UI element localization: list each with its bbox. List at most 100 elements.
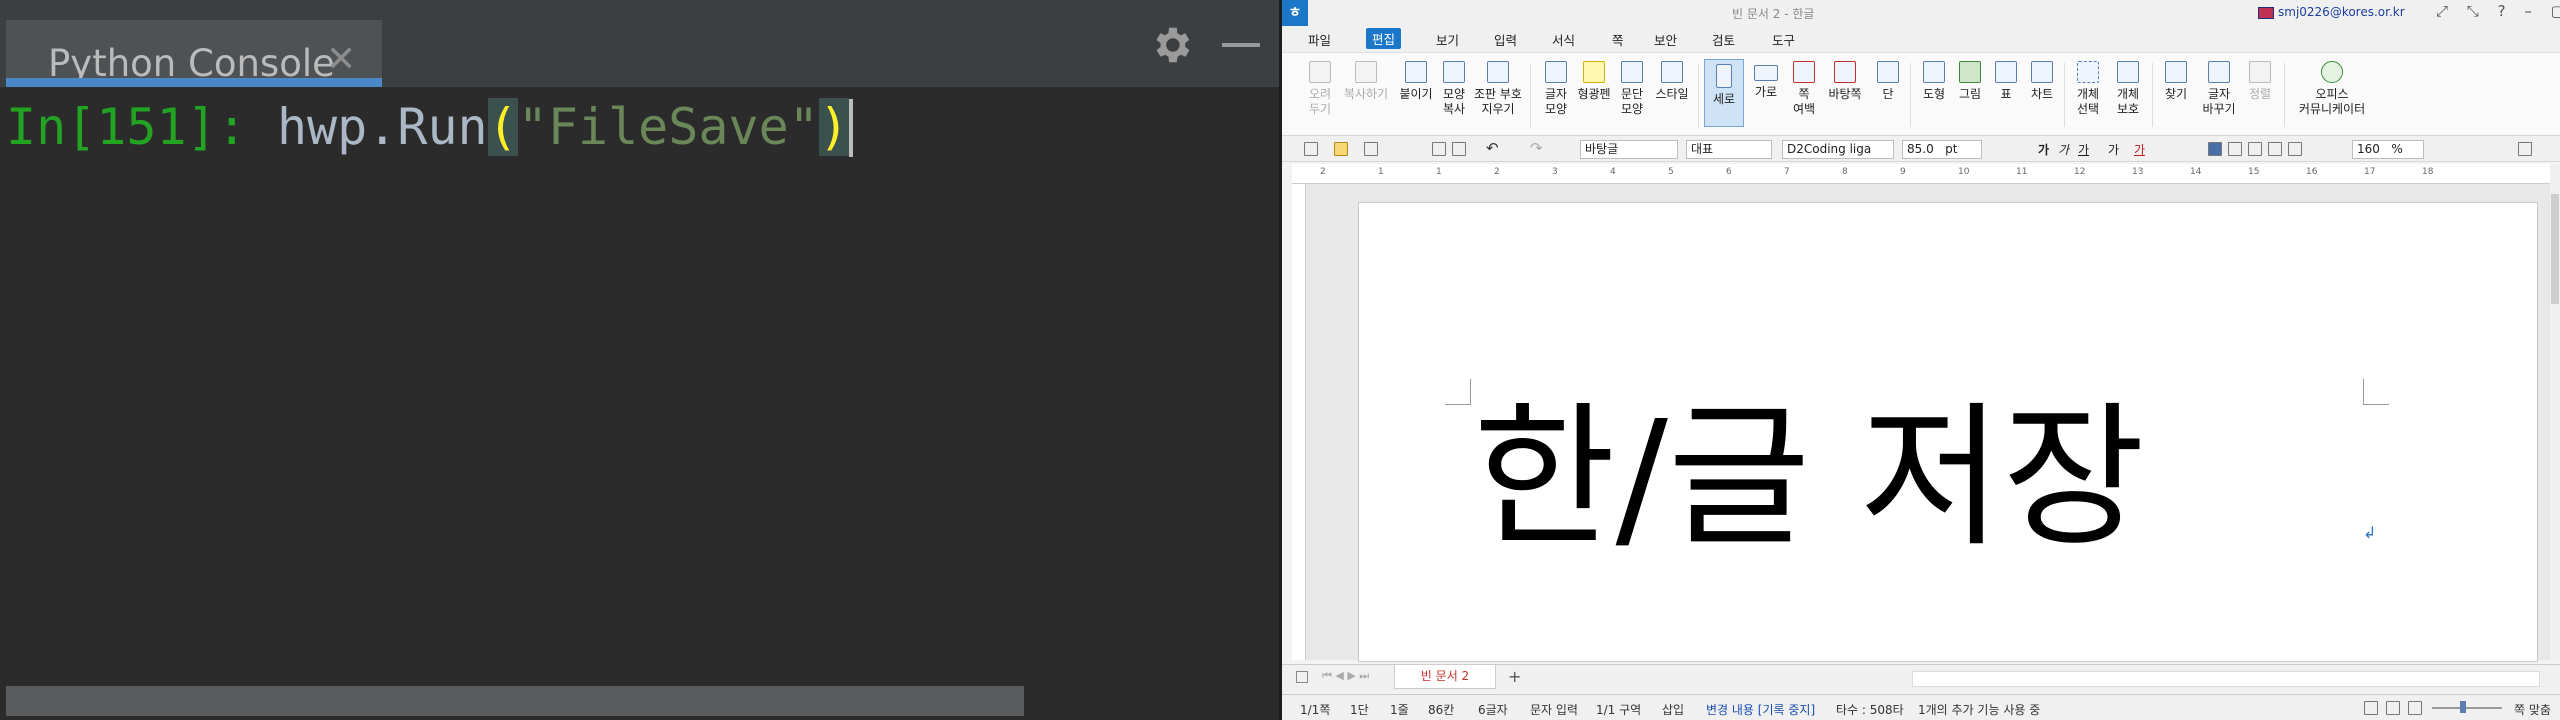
tab-nav-arrows-icon[interactable]: ⏮ ◀ ▶ ⏭ <box>1322 669 1369 683</box>
horizontal-page-button[interactable]: 가로 <box>1746 61 1786 100</box>
remove-compose-code-button[interactable]: 조판 부호 지우기 <box>1472 61 1524 117</box>
help-icon[interactable]: ? <box>2498 2 2506 20</box>
view-mode-icon[interactable] <box>2364 701 2378 715</box>
console-tab[interactable]: Python Console ✕ <box>6 20 382 87</box>
ruler-tick-label: 17 <box>2364 167 2376 177</box>
horizontal-scrollbar[interactable] <box>1912 671 2540 687</box>
highlighter-button[interactable]: 형광펜 <box>1574 61 1614 102</box>
cut-button[interactable]: 오려 두기 <box>1300 61 1340 117</box>
copy-button[interactable]: 복사하기 <box>1338 61 1394 102</box>
ruler-tick-label: 11 <box>2016 167 2028 177</box>
console-input-line[interactable]: In[151]: hwp.Run("FileSave") <box>6 97 853 157</box>
document-page[interactable]: 한/글 저장 ↲ <box>1358 202 2538 662</box>
hwp-logo-icon[interactable]: ㅎ <box>1282 0 1308 26</box>
replace-char-button[interactable]: 글자 바꾸기 <box>2196 61 2242 117</box>
vertical-scroll-thumb[interactable] <box>2551 194 2559 304</box>
page-margin-button[interactable]: 쪽 여백 <box>1784 61 1824 117</box>
object-select-button[interactable]: 개체 선택 <box>2068 61 2108 117</box>
save-icon[interactable] <box>1364 142 1378 156</box>
menu-edit[interactable]: 편집 <box>1366 28 1402 49</box>
style-select[interactable]: 바탕글 <box>1580 140 1678 159</box>
sort-button[interactable]: 정렬 <box>2240 61 2280 102</box>
status-addons[interactable]: 1개의 추가 기능 사용 중 <box>1918 701 2040 718</box>
columns-button[interactable]: 단 <box>1868 61 1908 102</box>
status-track-changes[interactable]: 변경 내용 [기록 중지] <box>1706 701 1815 718</box>
tab-document-2[interactable]: 빈 문서 2 <box>1394 665 1496 689</box>
minimize-icon[interactable] <box>1222 43 1260 47</box>
close-icon[interactable]: ✕ <box>326 42 356 78</box>
fullscreen-icon[interactable]: ⤢ <box>2436 2 2448 20</box>
char-shape-button[interactable]: 글자 모양 <box>1536 61 1576 117</box>
bold-button[interactable]: 가 <box>2038 141 2049 158</box>
preview-icon[interactable] <box>1452 142 1466 156</box>
align-left-icon[interactable] <box>2228 142 2242 156</box>
zoom-slider[interactable] <box>2432 707 2502 709</box>
menu-format[interactable]: 서식 <box>1552 30 1575 49</box>
status-page[interactable]: 1/1쪽 <box>1300 701 1330 718</box>
vertical-page-button[interactable]: 세로 <box>1704 59 1744 127</box>
menu-insert[interactable]: 입력 <box>1494 30 1517 49</box>
portrait-page-icon <box>1716 64 1732 88</box>
open-folder-icon[interactable] <box>1334 142 1348 156</box>
chart-button[interactable]: 차트 <box>2022 61 2062 102</box>
para-shape-button[interactable]: 문단 모양 <box>1612 61 1652 117</box>
font-size-input[interactable]: 85.0 pt <box>1902 140 1982 159</box>
menu-view[interactable]: 보기 <box>1436 30 1459 49</box>
underline-button[interactable]: 가 <box>2078 141 2089 158</box>
object-protect-button[interactable]: 개체 보호 <box>2108 61 2148 117</box>
picture-button[interactable]: 그림 <box>1950 61 1990 102</box>
menu-page[interactable]: 쪽 <box>1612 30 1624 49</box>
vertical-label: 세로 <box>1712 92 1736 106</box>
undo-icon[interactable]: ↶ <box>1486 139 1499 157</box>
toolbar-settings-icon[interactable] <box>2518 142 2532 156</box>
menu-security[interactable]: 보안 <box>1654 30 1677 49</box>
maximize-window-icon[interactable]: ▢ <box>2551 2 2560 20</box>
align-center-icon[interactable] <box>2248 142 2262 156</box>
font-name-select[interactable]: D2Coding liga <box>1782 140 1894 159</box>
horizontal-label: 가로 <box>1754 85 1778 99</box>
vertical-ruler[interactable] <box>1292 184 1306 660</box>
horizontal-ruler[interactable]: 2 1 1 2 3 4 5 6 7 8 9 10 11 12 13 14 15 16 17 18 <box>1292 164 2550 184</box>
console-horizontal-scrollbar[interactable] <box>6 686 1024 716</box>
settings-gear-icon[interactable] <box>1148 22 1194 68</box>
italic-button[interactable]: 가 <box>2058 141 2069 158</box>
ribbon-separator <box>2284 63 2285 127</box>
menu-tools[interactable]: 도구 <box>1772 30 1795 49</box>
align-justify-icon[interactable] <box>2208 142 2222 156</box>
zoom-slider-thumb[interactable] <box>2460 701 2466 713</box>
drawing-button[interactable]: 도형 <box>1914 61 1954 102</box>
document-text[interactable]: 한/글 저장 <box>1473 383 2145 573</box>
user-account[interactable]: smj0226@kores.or.kr <box>2258 5 2405 19</box>
find-button[interactable]: 찾기 <box>2156 61 2196 102</box>
zoom-fit-button[interactable]: 쪽 맞춤 <box>2514 701 2551 718</box>
office-communicator-button[interactable]: 오피스 커뮤니케이터 <box>2290 61 2374 117</box>
status-insert-mode[interactable]: 삽입 <box>1662 701 1684 718</box>
strike-button[interactable]: 가 <box>2108 141 2119 158</box>
restore-layout-icon[interactable]: ⤡ <box>2467 2 2479 20</box>
minimize-window-icon[interactable]: – <box>2524 2 2532 20</box>
font-group-select[interactable]: 대표 <box>1686 140 1772 159</box>
shape-copy-button[interactable]: 모양 복사 <box>1434 61 1474 117</box>
close-paren: ) <box>818 98 849 156</box>
vertical-scrollbar[interactable] <box>2550 164 2560 660</box>
char-shape-icon <box>1545 61 1567 83</box>
zoom-input[interactable]: 160 % <box>2352 140 2424 159</box>
paste-button[interactable]: 붙이기 <box>1396 61 1436 102</box>
add-tab-button[interactable]: + <box>1508 667 1521 686</box>
font-color-button[interactable]: 가 <box>2134 141 2145 158</box>
align-distribute-icon[interactable] <box>2288 142 2302 156</box>
style-button[interactable]: 스타일 <box>1650 61 1694 102</box>
print-icon[interactable] <box>1432 142 1446 156</box>
hwp-window: ㅎ 빈 문서 2 - 한글 smj0226@kores.or.kr ⤢ ⤡ ? … <box>1282 0 2560 720</box>
two-page-icon[interactable] <box>2408 701 2422 715</box>
full-page-icon[interactable] <box>2386 701 2400 715</box>
tab-list-icon[interactable] <box>1296 671 1308 683</box>
menu-file[interactable]: 파일 <box>1308 30 1331 49</box>
redo-icon[interactable]: ↷ <box>1530 139 1543 157</box>
master-page-button[interactable]: 바탕쪽 <box>1822 61 1868 102</box>
table-button[interactable]: 표 <box>1986 61 2026 102</box>
new-document-icon[interactable] <box>1304 142 1318 156</box>
sort-icon <box>2249 61 2271 83</box>
menu-review[interactable]: 검토 <box>1712 30 1735 49</box>
align-right-icon[interactable] <box>2268 142 2282 156</box>
